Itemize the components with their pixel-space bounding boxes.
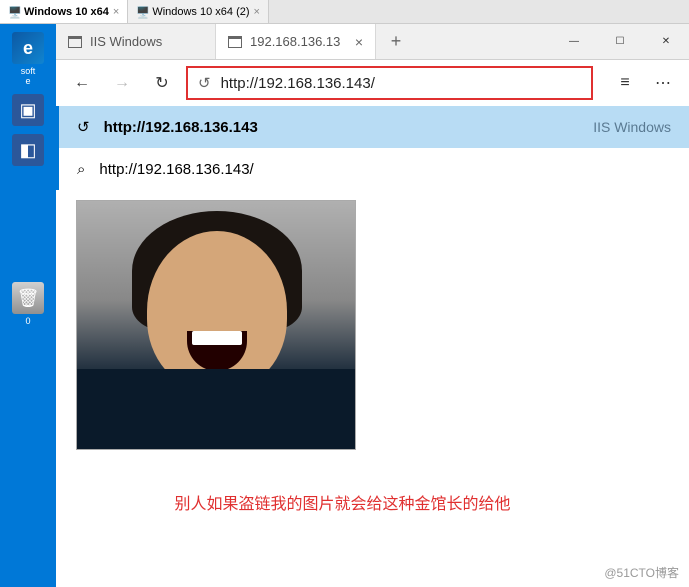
nav-bar: ← → ↻ ↺ ≡ ⋯	[56, 60, 689, 106]
suggestion-hint: IIS Windows	[593, 119, 671, 135]
close-button[interactable]: ✕	[643, 24, 689, 59]
url-input[interactable]	[221, 75, 581, 92]
vm-tab-bar: 🖥️ Windows 10 x64 × 🖥️ Windows 10 x64 (2…	[0, 0, 689, 24]
edge-browser-window: IIS Windows 192.168.136.13 × + — ☐ ✕ ← →…	[56, 24, 689, 514]
recycle-bin[interactable]: 🗑 0	[7, 282, 49, 326]
refresh-icon: ↻	[155, 73, 168, 93]
watermark: @51CTO博客	[604, 564, 679, 581]
maximize-icon: ☐	[616, 36, 625, 47]
icon-label: e	[7, 76, 49, 86]
url-suggestions: ↺ http://192.168.136.143 IIS Windows ⌕ h…	[56, 106, 689, 190]
close-icon[interactable]: ×	[355, 34, 363, 50]
suggestion-row[interactable]: ↺ http://192.168.136.143 IIS Windows	[59, 106, 689, 148]
page-icon	[68, 36, 82, 48]
app-icon: ▣	[12, 94, 44, 126]
close-icon[interactable]: ×	[254, 6, 260, 18]
edge-shortcut[interactable]: e soft e	[7, 32, 49, 86]
app-icon: ◧	[12, 134, 44, 166]
dots-icon: ⋯	[655, 73, 671, 93]
address-bar[interactable]: ↺	[186, 66, 593, 100]
tab-label: IIS Windows	[90, 34, 162, 49]
page-content: 别人如果盗链我的图片就会给这种金馆长的给他	[56, 190, 689, 514]
edge-icon: e	[12, 32, 44, 64]
history-icon: ↺	[198, 74, 211, 92]
trash-icon: 🗑	[12, 282, 44, 314]
reading-view-button[interactable]: ≡	[609, 67, 641, 99]
browser-tab-ip[interactable]: 192.168.136.13 ×	[216, 24, 376, 59]
hotlink-image	[76, 200, 356, 450]
minimize-button[interactable]: —	[551, 24, 597, 59]
vm-tab-label: Windows 10 x64 (2)	[152, 6, 249, 18]
close-icon: ✕	[662, 36, 670, 47]
plus-icon: +	[391, 31, 402, 52]
back-button[interactable]: ←	[66, 67, 98, 99]
browser-tab-bar: IIS Windows 192.168.136.13 × + — ☐ ✕	[56, 24, 689, 60]
tab-label: 192.168.136.13	[250, 34, 340, 49]
suggestion-text: http://192.168.136.143	[104, 119, 258, 136]
icon-label: soft	[7, 66, 49, 76]
minimize-icon: —	[569, 36, 579, 47]
search-icon: ⌕	[77, 161, 85, 178]
forward-button[interactable]: →	[106, 67, 138, 99]
refresh-button[interactable]: ↻	[146, 67, 178, 99]
caption-text: 别人如果盗链我的图片就会给这种金馆长的给他	[76, 490, 669, 514]
browser-tab-iis[interactable]: IIS Windows	[56, 24, 216, 59]
more-button[interactable]: ⋯	[647, 67, 679, 99]
history-icon: ↺	[77, 118, 90, 136]
desktop-shortcut[interactable]: ◧	[7, 134, 49, 166]
back-icon: ←	[74, 74, 90, 92]
vm-tab-2[interactable]: 🖥️ Windows 10 x64 (2) ×	[128, 0, 269, 23]
desktop-shortcut[interactable]: ▣	[7, 94, 49, 126]
icon-label: 0	[7, 316, 49, 326]
forward-icon: →	[114, 74, 130, 92]
desktop: e soft e ▣ ◧ 🗑 0	[0, 24, 56, 587]
maximize-button[interactable]: ☐	[597, 24, 643, 59]
vm-tab-label: Windows 10 x64	[24, 6, 109, 18]
window-controls: — ☐ ✕	[551, 24, 689, 59]
page-icon	[228, 36, 242, 48]
suggestion-text: http://192.168.136.143/	[99, 161, 253, 178]
monitor-icon: 🖥️	[136, 6, 148, 18]
close-icon[interactable]: ×	[113, 6, 119, 18]
monitor-icon: 🖥️	[8, 6, 20, 18]
new-tab-button[interactable]: +	[376, 24, 416, 59]
suggestion-row[interactable]: ⌕ http://192.168.136.143/	[59, 148, 689, 190]
hamburger-icon: ≡	[620, 74, 629, 92]
vm-tab-1[interactable]: 🖥️ Windows 10 x64 ×	[0, 0, 128, 23]
